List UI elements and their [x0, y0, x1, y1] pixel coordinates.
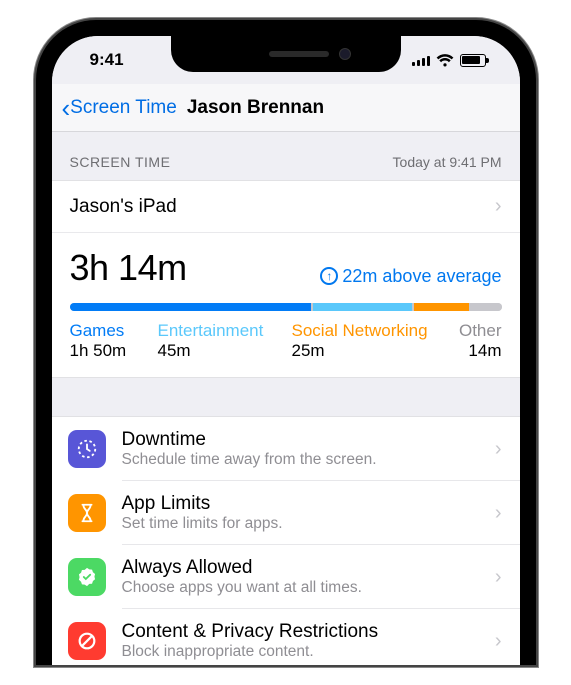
- screen: 9:41 ‹ Screen Time Jason Brennan SCREEN …: [52, 36, 520, 665]
- page-title: Jason Brennan: [187, 97, 324, 119]
- downtime-icon: [68, 430, 106, 468]
- hourglass-icon: [68, 494, 106, 532]
- up-arrow-icon: ↑: [320, 267, 338, 285]
- chevron-right-icon: ›: [495, 566, 502, 589]
- chevron-right-icon: ›: [495, 438, 502, 461]
- option-app-limits[interactable]: App Limits Set time limits for apps. ›: [52, 481, 520, 545]
- usage-body[interactable]: 3h 14m ↑ 22m above average Games 1h 5: [52, 233, 520, 377]
- back-button[interactable]: Screen Time: [70, 97, 177, 119]
- usage-compare: ↑ 22m above average: [320, 266, 501, 287]
- category-row: Games 1h 50m Entertainment 45m Social Ne…: [70, 321, 502, 361]
- wifi-icon: [436, 51, 454, 69]
- chevron-right-icon: ›: [495, 502, 502, 525]
- usage-card: Jason's iPad › 3h 14m ↑ 22m above averag…: [52, 180, 520, 378]
- chevron-right-icon: ›: [495, 630, 502, 653]
- nav-bar: ‹ Screen Time Jason Brennan: [52, 84, 520, 132]
- section-label: SCREEN TIME: [70, 154, 171, 170]
- option-title: Content & Privacy Restrictions: [122, 621, 479, 643]
- phone-frame: 9:41 ‹ Screen Time Jason Brennan SCREEN …: [36, 20, 536, 665]
- category-entertainment: Entertainment 45m: [158, 321, 286, 361]
- status-time: 9:41: [80, 50, 124, 70]
- option-always-allowed[interactable]: Always Allowed Choose apps you want at a…: [52, 545, 520, 609]
- check-badge-icon: [68, 558, 106, 596]
- category-games: Games 1h 50m: [70, 321, 152, 361]
- options-list: Downtime Schedule time away from the scr…: [52, 416, 520, 665]
- chevron-right-icon: ›: [495, 195, 502, 218]
- section-timestamp: Today at 9:41 PM: [393, 154, 502, 170]
- option-subtitle: Schedule time away from the screen.: [122, 451, 479, 469]
- option-downtime[interactable]: Downtime Schedule time away from the scr…: [52, 417, 520, 481]
- option-content-privacy[interactable]: Content & Privacy Restrictions Block ina…: [52, 609, 520, 665]
- no-entry-icon: [68, 622, 106, 660]
- option-subtitle: Choose apps you want at all times.: [122, 579, 479, 597]
- back-chevron-icon[interactable]: ‹: [62, 95, 71, 121]
- option-title: App Limits: [122, 493, 479, 515]
- option-title: Always Allowed: [122, 557, 479, 579]
- usage-bar-chart: [70, 303, 502, 311]
- device-row[interactable]: Jason's iPad ›: [52, 181, 520, 233]
- option-subtitle: Block inappropriate content.: [122, 643, 479, 661]
- device-name: Jason's iPad: [70, 196, 177, 218]
- option-title: Downtime: [122, 429, 479, 451]
- notch: [171, 36, 401, 72]
- battery-icon: [460, 54, 486, 67]
- option-subtitle: Set time limits for apps.: [122, 515, 479, 533]
- usage-total: 3h 14m: [70, 247, 187, 289]
- category-social: Social Networking 25m: [292, 321, 452, 361]
- signal-icon: [412, 54, 430, 66]
- category-other: Other 14m: [458, 321, 502, 361]
- section-header: SCREEN TIME Today at 9:41 PM: [52, 132, 520, 180]
